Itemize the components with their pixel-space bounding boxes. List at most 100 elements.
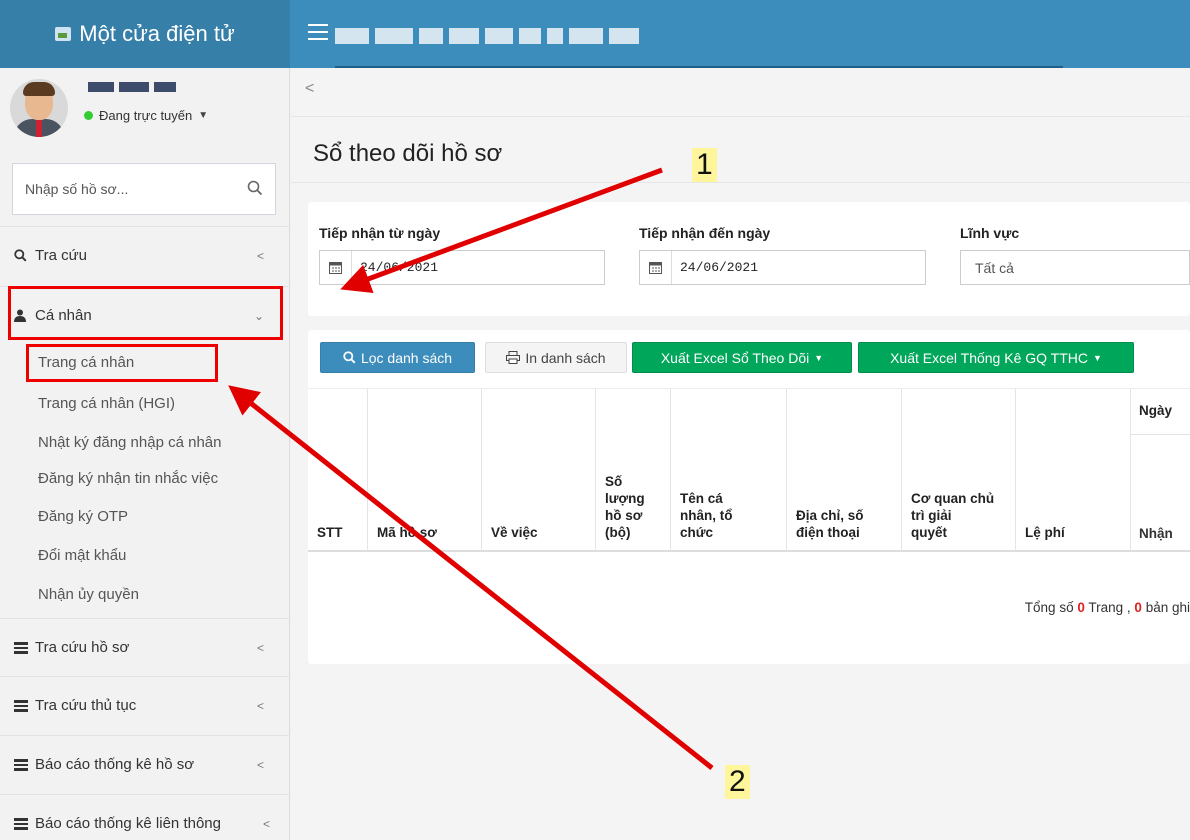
sidebar-item-tra-cuu-thu-tuc[interactable]: Tra cứu thủ tục < [0, 676, 290, 734]
search-icon [343, 351, 356, 364]
annotation-label-1: 1 [692, 148, 717, 182]
to-date-value: 24/06/2021 [680, 260, 759, 275]
list-icon [14, 759, 30, 771]
sidebar-item-label: Cá nhân [35, 307, 92, 324]
user-icon [14, 309, 30, 322]
col-stt[interactable]: STT [308, 389, 367, 551]
print-list-label: In danh sách [525, 349, 606, 366]
submenu-nhan-uy-quyen[interactable]: Nhận ủy quyền [0, 578, 290, 611]
submenu-doi-mat-khau[interactable]: Đổi mật khẩu [0, 539, 290, 572]
col-label: Cơ quan chủ trì giải quyết [911, 491, 995, 540]
print-icon [506, 351, 521, 364]
sidebar-item-label: Tra cứu [35, 247, 87, 264]
filter-panel: Tiếp nhận từ ngày 24/06/2021 Tiếp nhận đ… [308, 202, 1190, 316]
user-name-redacted [88, 82, 176, 92]
pager-prefix: Tổng số [1024, 600, 1074, 615]
to-date-field[interactable]: 24/06/2021 [639, 250, 926, 285]
col-label: Ngày [1139, 403, 1173, 418]
logo-icon [55, 27, 72, 41]
filter-list-button[interactable]: Lọc danh sách [320, 342, 475, 373]
search-icon[interactable] [247, 180, 263, 196]
app-title: Một cửa điện tử [79, 21, 235, 46]
col-label: Nhận [1139, 526, 1173, 541]
submenu-trang-ca-nhan-hgi[interactable]: Trang cá nhân (HGI) [0, 387, 290, 420]
col-ten[interactable]: Tên cá nhân, tổ chức [670, 389, 786, 551]
col-label: Tên cá nhân, tổ chức [680, 491, 733, 540]
user-status-dropdown[interactable]: Đang trực tuyến ▼ [84, 108, 208, 123]
sidebar: Đang trực tuyến ▼ Tra cứu < Cá nhân ⌄ Tr… [0, 68, 290, 840]
sidebar-item-bao-cao-lien-thong[interactable]: Báo cáo thống kê liên thông < [0, 794, 290, 840]
search-input[interactable] [13, 164, 223, 214]
chevron-left-icon: < [262, 816, 270, 831]
field-select[interactable]: Tất cả [960, 250, 1190, 285]
sidebar-item-bao-cao-ho-so[interactable]: Báo cáo thống kê hồ sơ < [0, 735, 290, 793]
chevron-left-icon: < [256, 757, 264, 772]
calendar-icon [320, 251, 352, 284]
col-co-quan[interactable]: Cơ quan chủ trì giải quyết [901, 389, 1015, 551]
submenu-nhat-ky-dang-nhap[interactable]: Nhật ký đăng nhập cá nhân [0, 426, 290, 459]
caret-down-icon: ▼ [814, 352, 824, 363]
top-navbar [290, 0, 1190, 68]
col-label: Địa chỉ, số điện thoại [796, 508, 864, 540]
search-icon [14, 249, 30, 262]
col-ma-ho-so[interactable]: Mã hồ sơ [367, 389, 481, 551]
col-so-luong[interactable]: Số lượng hồ sơ (bộ) [595, 389, 670, 551]
user-panel: Đang trực tuyến ▼ [0, 68, 289, 150]
sidebar-item-ca-nhan[interactable]: Cá nhân ⌄ [0, 286, 290, 344]
col-ve-viec[interactable]: Về việc [481, 389, 595, 551]
chevron-left-icon: < [256, 698, 264, 713]
calendar-icon [640, 251, 672, 284]
col-label: Mã hồ sơ [377, 525, 437, 540]
export-excel-stats-button[interactable]: Xuất Excel Thống Kê GQ TTHC ▼ [858, 342, 1134, 373]
from-date-label: Tiếp nhận từ ngày [319, 225, 441, 241]
col-label: Lệ phí [1025, 525, 1065, 540]
caret-down-icon: ▼ [1092, 352, 1102, 363]
menu-toggle-icon[interactable] [308, 24, 328, 40]
from-date-value: 24/06/2021 [360, 260, 439, 275]
list-icon [14, 700, 30, 712]
submenu-trang-ca-nhan[interactable]: Trang cá nhân [0, 346, 290, 379]
export-excel-button[interactable]: Xuất Excel Sổ Theo Dõi ▼ [632, 342, 852, 373]
sidebar-item-label: Tra cứu hồ sơ [35, 639, 130, 656]
sidebar-item-tra-cuu-ho-so[interactable]: Tra cứu hồ sơ < [0, 618, 290, 676]
records-panel: Lọc danh sách In danh sách Xuất Excel Sổ… [308, 330, 1190, 664]
col-le-phi[interactable]: Lệ phí [1015, 389, 1130, 551]
field-label: Lĩnh vực [960, 225, 1020, 241]
sidebar-search [12, 163, 276, 215]
sidebar-item-tra-cuu[interactable]: Tra cứu < [0, 226, 290, 284]
chevron-left-icon[interactable]: < [305, 80, 314, 98]
col-dia-chi[interactable]: Địa chỉ, số điện thoại [786, 389, 901, 551]
table-header: STT Mã hồ sơ Về việc Số lượng hồ sơ (bộ) Tê… [308, 388, 1190, 552]
col-label: STT [317, 525, 343, 540]
chevron-left-icon: < [256, 640, 264, 655]
col-label: Về việc [491, 525, 538, 540]
to-date-label: Tiếp nhận đến ngày [639, 225, 771, 241]
chevron-left-icon: < [256, 248, 264, 263]
site-name-redacted [335, 28, 639, 44]
submenu-dang-ky-otp[interactable]: Đăng ký OTP [0, 500, 290, 533]
annotation-label-2: 2 [725, 765, 750, 799]
pagination-summary: Tổng số 0 Trang , 0 bản ghi [1025, 600, 1190, 615]
main-content: < Sổ theo dõi hồ sơ Tiếp nhận từ ngày 24… [291, 68, 1190, 840]
divider [291, 116, 1190, 117]
print-list-button[interactable]: In danh sách [485, 342, 627, 373]
col-group-ngay: Ngày [1130, 389, 1190, 435]
export-excel-stats-label: Xuất Excel Thống Kê GQ TTHC [890, 349, 1088, 366]
submenu-dang-ky-nhan-tin[interactable]: Đăng ký nhận tin nhắc việc [0, 462, 290, 495]
divider [291, 182, 1190, 183]
from-date-field[interactable]: 24/06/2021 [319, 250, 605, 285]
sidebar-item-label: Báo cáo thống kê hồ sơ [35, 756, 195, 773]
export-excel-label: Xuất Excel Sổ Theo Dõi [660, 349, 810, 366]
col-nhan[interactable]: Nhận [1130, 435, 1190, 551]
list-icon [14, 818, 30, 830]
pager-suffix: bản ghi [1145, 600, 1190, 615]
app-logo[interactable]: Một cửa điện tử [0, 0, 290, 68]
user-status-text: Đang trực tuyến [99, 108, 193, 123]
page-title: Sổ theo dõi hồ sơ [313, 140, 503, 167]
list-icon [14, 642, 30, 654]
col-label: Số lượng hồ sơ (bộ) [605, 474, 645, 540]
page-count: 0 [1077, 600, 1085, 615]
online-status-icon [84, 111, 93, 120]
sidebar-item-label: Báo cáo thống kê liên thông [35, 815, 221, 832]
field-select-value: Tất cả [975, 259, 1014, 276]
